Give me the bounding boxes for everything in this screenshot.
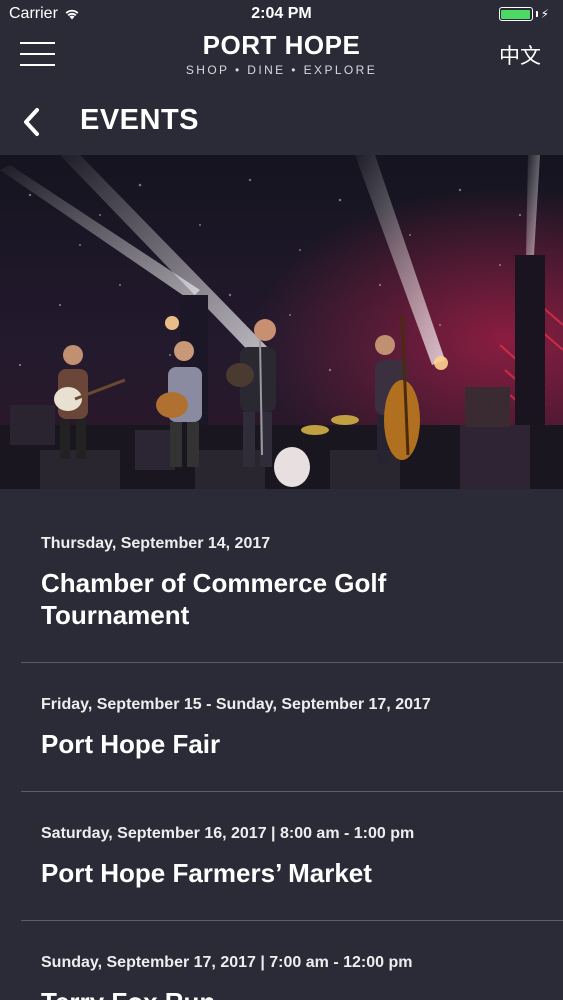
concert-photo [0, 155, 563, 489]
language-toggle[interactable]: 中文 [499, 40, 541, 70]
battery-indicator: ⚡ [498, 7, 549, 21]
chevron-left-icon[interactable] [18, 106, 46, 138]
event-title: Port Hope Farmers’ Market [41, 858, 372, 888]
status-bar: Carrier 2:04 PM ⚡ [0, 0, 563, 28]
status-time: 2:04 PM [251, 5, 312, 22]
charging-icon: ⚡ [540, 7, 549, 21]
event-date: Saturday, September 16, 2017 | 8:00 am -… [41, 825, 415, 842]
event-title: Terry Fox Run [41, 986, 563, 1000]
event-item[interactable]: Sunday, September 17, 2017 | 7:00 am - 1… [21, 921, 563, 1000]
event-item[interactable]: Thursday, September 14, 2017 Chamber of … [21, 489, 563, 663]
event-date: Sunday, September 17, 2017 | 7:00 am - 1… [41, 954, 413, 971]
top-navigation: PORT HOPE SHOP • DINE • EXPLORE 中文 [0, 28, 563, 88]
event-date: Thursday, September 14, 2017 [41, 535, 271, 552]
brand-tagline: SHOP • DINE • EXPLORE [185, 63, 378, 77]
event-title: Port Hope Fair [41, 729, 221, 759]
event-item[interactable]: Saturday, September 16, 2017 | 8:00 am -… [21, 792, 563, 921]
page-title: EVENTS [80, 104, 200, 136]
page-header: EVENTS [0, 100, 563, 144]
event-date: Friday, September 15 - Sunday, September… [41, 696, 431, 713]
event-item[interactable]: Friday, September 15 - Sunday, September… [21, 663, 563, 792]
events-list: Thursday, September 14, 2017 Chamber of … [21, 489, 563, 1000]
hero-image [0, 155, 563, 489]
battery-icon [498, 7, 533, 21]
brand-title: PORT HOPE [202, 30, 361, 60]
brand-logo: PORT HOPE SHOP • DINE • EXPLORE [0, 30, 563, 77]
event-title: Chamber of Commerce Golf Tournament [41, 568, 387, 630]
